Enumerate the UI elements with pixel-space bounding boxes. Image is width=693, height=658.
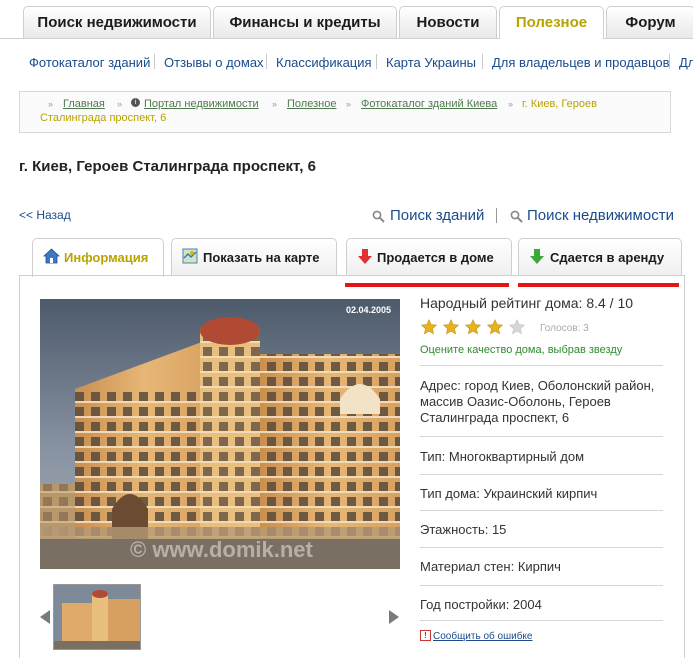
highlight-underline [345, 283, 509, 287]
tab-for-rent[interactable]: Сдается в аренду [518, 238, 682, 276]
subnav-reviews[interactable]: Отзывы о домах [164, 55, 264, 70]
search-icon [372, 210, 385, 223]
tab-information[interactable]: Информация [32, 238, 164, 277]
arrow-down-red-icon [358, 249, 372, 264]
divider [154, 54, 155, 69]
subnav-owners-sellers[interactable]: Для владельцев и продавцов [492, 55, 670, 70]
subnav-classification[interactable]: Классификация [276, 55, 372, 70]
detail-wall-material: Материал стен: Кирпич [420, 559, 561, 574]
tab-label: Продается в доме [377, 250, 494, 265]
top-navigation: Поиск недвижимости Финансы и кредиты Нов… [0, 0, 693, 39]
star-filled-icon[interactable] [464, 319, 482, 335]
photo-watermark: © www.domik.net [130, 537, 313, 562]
tab-real-estate-search[interactable]: Поиск недвижимости [23, 6, 211, 38]
map-icon [182, 248, 198, 264]
prev-photo-arrow-icon[interactable] [40, 610, 50, 624]
detail-floors: Этажность: 15 [420, 522, 507, 537]
divider [420, 620, 663, 621]
tab-forum[interactable]: Форум [606, 6, 693, 38]
building-photo-image [40, 299, 400, 569]
breadcrumb-home[interactable]: Главная [63, 98, 105, 110]
star-filled-icon[interactable] [420, 319, 438, 335]
detail-type: Тип: Многоквартирный дом [420, 449, 585, 464]
star-filled-icon[interactable] [442, 319, 460, 335]
divider [420, 365, 663, 366]
tab-for-sale[interactable]: Продается в доме [346, 238, 512, 276]
divider [669, 54, 670, 69]
divider [482, 54, 483, 69]
sub-navigation: Фотокаталог зданий Отзывы о домах Класси… [0, 50, 693, 76]
tab-news[interactable]: Новости [399, 6, 497, 38]
breadcrumb-arrow-icon: » [508, 99, 514, 109]
info-icon: i [131, 98, 140, 107]
search-icon [510, 210, 523, 223]
tab-show-on-map[interactable]: Показать на карте [171, 238, 337, 276]
breadcrumb-arrow-icon: » [48, 99, 54, 109]
breadcrumb-photo-catalog[interactable]: Фотокаталог зданий Киева [361, 98, 497, 110]
highlight-underline [518, 283, 679, 287]
back-link[interactable]: << Назад [19, 208, 71, 222]
divider [266, 54, 267, 69]
divider [376, 54, 377, 69]
report-error-link[interactable]: Сообщить об ошибке [433, 631, 532, 642]
building-photo[interactable]: 02.04.2005 © www.domik.net [40, 299, 400, 569]
tab-label: Сдается в аренду [550, 250, 665, 265]
tab-label: Информация [64, 250, 149, 265]
breadcrumb-arrow-icon: » [117, 99, 123, 109]
divider [420, 474, 663, 475]
page-title: г. Киев, Героев Сталинграда проспект, 6 [19, 158, 316, 175]
star-filled-icon[interactable] [486, 319, 504, 335]
rating-hint: Оцените качество дома, выбрав звезду [420, 344, 623, 356]
tab-label: Показать на карте [203, 250, 320, 265]
search-buildings-link[interactable]: Поиск зданий [390, 207, 484, 224]
photo-date: 02.04.2005 [345, 305, 391, 315]
breadcrumb-portal[interactable]: Портал недвижимости [144, 98, 259, 110]
home-icon [43, 248, 60, 264]
divider [420, 436, 663, 437]
breadcrumb-useful[interactable]: Полезное [287, 98, 336, 110]
photo-thumbnail[interactable] [53, 584, 141, 650]
detail-house-type: Тип дома: Украинский кирпич [420, 486, 598, 501]
divider [496, 208, 497, 223]
rating-stars[interactable] [420, 319, 531, 335]
divider [420, 510, 663, 511]
tab-useful[interactable]: Полезное [499, 6, 604, 39]
search-realty-link[interactable]: Поиск недвижимости [527, 207, 674, 224]
detail-year-built: Год постройки: 2004 [420, 597, 542, 612]
votes-count: Голосов: 3 [540, 323, 589, 334]
rating-label: Народный рейтинг дома: 8.4 / 10 [420, 295, 634, 311]
arrow-down-green-icon [530, 249, 544, 264]
warning-icon: ! [420, 630, 431, 641]
breadcrumb-arrow-icon: » [272, 99, 278, 109]
next-photo-arrow-icon[interactable] [389, 610, 399, 624]
tab-finance[interactable]: Финансы и кредиты [213, 6, 397, 38]
subnav-photo-catalog[interactable]: Фотокаталог зданий [29, 55, 150, 70]
breadcrumb-arrow-icon: » [346, 99, 352, 109]
divider [420, 585, 663, 586]
breadcrumb-current: г. Киев, Героев [522, 98, 597, 110]
subnav-more[interactable]: Дл [679, 55, 693, 70]
star-empty-icon[interactable] [508, 319, 526, 335]
divider [420, 547, 663, 548]
breadcrumb-current-cont: Сталинграда проспект, 6 [40, 112, 167, 124]
thumbnail-image [54, 585, 140, 649]
address-text: Адрес: город Киев, Оболонский район, мас… [420, 378, 655, 425]
subnav-ukraine-map[interactable]: Карта Украины [386, 55, 476, 70]
breadcrumb: » Главная » i Портал недвижимости » Поле… [19, 91, 671, 133]
